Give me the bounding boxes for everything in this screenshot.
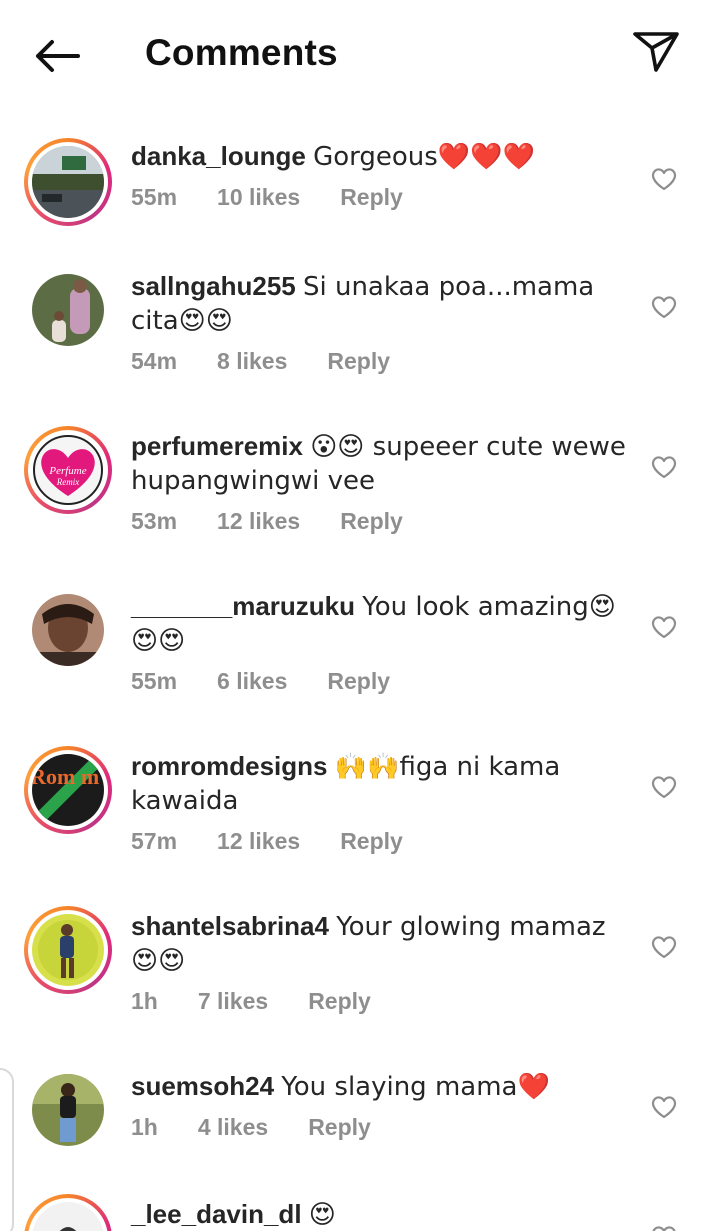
comment-likes[interactable]: 12 likes (217, 508, 300, 535)
comment-username[interactable]: sallngahu255 (131, 271, 296, 301)
heart-icon[interactable] (650, 1094, 678, 1120)
comment-body: suemsoh24 You slaying mama❤️ 1h 4 likes … (131, 1070, 631, 1141)
comment-text: suemsoh24 You slaying mama❤️ (131, 1070, 631, 1104)
avatar-photo (32, 274, 104, 346)
comment-time: 55m (131, 184, 178, 210)
comment-likes[interactable]: 7 likes (198, 988, 268, 1015)
logo-text: R Rom m (32, 764, 99, 789)
comment-text: _______maruzuku You look amazing😍😍😍 (131, 590, 631, 658)
avatar-photo (32, 594, 104, 666)
heart-icon[interactable] (650, 166, 678, 192)
avatar-photo (32, 1202, 104, 1231)
comment-time: 1h (131, 988, 158, 1014)
comment-likes[interactable]: 8 likes (217, 348, 287, 375)
comment-meta: 55m 6 likes Reply (131, 668, 631, 695)
edge-panel-handle[interactable] (0, 1068, 14, 1231)
comment-meta: 1h 7 likes Reply (131, 988, 631, 1015)
comment-meta: 53m 12 likes Reply (131, 508, 631, 535)
heart-icon[interactable] (650, 934, 678, 960)
heart-icon[interactable] (650, 454, 678, 480)
send-icon (633, 32, 679, 72)
comment-username[interactable]: _______maruzuku (131, 591, 355, 621)
comment-body: danka_lounge Gorgeous❤️❤️❤️ 55m 10 likes… (131, 140, 631, 211)
logo-text: Remix (56, 477, 80, 487)
avatar[interactable]: R Rom m (24, 746, 112, 834)
comment-username[interactable]: suemsoh24 (131, 1071, 274, 1101)
avatar[interactable] (24, 138, 112, 226)
comment-text: perfumeremix 😮😍 supeeer cute wewe hupang… (131, 430, 631, 498)
comment-text: romromdesigns 🙌🙌figa ni kama kawaida (131, 750, 631, 818)
avatar[interactable]: Perfume Remix (24, 426, 112, 514)
comment-body: sallngahu255 Si unakaa poa...mama cita😍😍… (131, 270, 631, 375)
comment-meta: 1h 4 likes Reply (131, 1114, 631, 1141)
heart-icon[interactable] (650, 614, 678, 640)
comment-body: perfumeremix 😮😍 supeeer cute wewe hupang… (131, 430, 631, 535)
comment-message: Gorgeous❤️❤️❤️ (313, 142, 535, 172)
avatar-photo (32, 146, 104, 218)
avatar[interactable] (32, 594, 104, 666)
comment-likes[interactable]: 12 likes (217, 828, 300, 855)
heart-icon[interactable] (650, 294, 678, 320)
logo-text: Perfume (48, 465, 86, 477)
comment-time: 55m (131, 668, 178, 694)
comment-meta: 55m 10 likes Reply (131, 184, 631, 211)
comment-body: shantelsabrina4 Your glowing mamaz 😍😍 1h… (131, 910, 631, 1015)
comment-likes[interactable]: 6 likes (217, 668, 287, 695)
romrom-logo: R Rom m (32, 754, 104, 826)
comment-username[interactable]: _lee_davin_dl (131, 1199, 302, 1229)
comment-time: 54m (131, 348, 178, 374)
comment-likes[interactable]: 4 likes (198, 1114, 268, 1141)
reply-button[interactable]: Reply (308, 988, 371, 1015)
comment-body: romromdesigns 🙌🙌figa ni kama kawaida 57m… (131, 750, 631, 855)
reply-button[interactable]: Reply (340, 184, 403, 211)
back-button[interactable] (28, 34, 84, 78)
perfume-remix-logo: Perfume Remix (32, 434, 104, 506)
comment-text: _lee_davin_dl 😍 (131, 1198, 631, 1231)
comment-likes[interactable]: 10 likes (217, 184, 300, 211)
avatar[interactable] (32, 274, 104, 346)
comment-body: _lee_davin_dl 😍 (131, 1198, 631, 1231)
avatar-photo (32, 1074, 104, 1146)
comment-meta: 57m 12 likes Reply (131, 828, 631, 855)
comment-meta: 54m 8 likes Reply (131, 348, 631, 375)
comment-message: You slaying mama❤️ (281, 1072, 550, 1102)
avatar-photo (32, 914, 104, 986)
avatar[interactable] (32, 1074, 104, 1146)
comment-text: shantelsabrina4 Your glowing mamaz 😍😍 (131, 910, 631, 978)
avatar[interactable] (24, 1194, 112, 1231)
reply-button[interactable]: Reply (327, 668, 390, 695)
share-button[interactable] (630, 28, 682, 76)
reply-button[interactable]: Reply (327, 348, 390, 375)
comment-time: 53m (131, 508, 178, 534)
comment-text: danka_lounge Gorgeous❤️❤️❤️ (131, 140, 631, 174)
comment-username[interactable]: shantelsabrina4 (131, 911, 329, 941)
comment-username[interactable]: romromdesigns (131, 751, 328, 781)
comment-message: 😍 (308, 1200, 336, 1230)
heart-icon[interactable] (650, 774, 678, 800)
reply-button[interactable]: Reply (340, 828, 403, 855)
comment-time: 1h (131, 1114, 158, 1140)
header-bar: Comments (0, 0, 720, 110)
comment-username[interactable]: perfumeremix (131, 431, 303, 461)
reply-button[interactable]: Reply (308, 1114, 371, 1141)
heart-icon[interactable] (650, 1224, 678, 1231)
comment-time: 57m (131, 828, 178, 854)
arrow-left-icon (36, 40, 80, 72)
page-title: Comments (145, 32, 338, 73)
reply-button[interactable]: Reply (340, 508, 403, 535)
comment-username[interactable]: danka_lounge (131, 141, 306, 171)
comment-body: _______maruzuku You look amazing😍😍😍 55m … (131, 590, 631, 695)
comment-text: sallngahu255 Si unakaa poa...mama cita😍😍 (131, 270, 631, 338)
avatar[interactable] (24, 906, 112, 994)
